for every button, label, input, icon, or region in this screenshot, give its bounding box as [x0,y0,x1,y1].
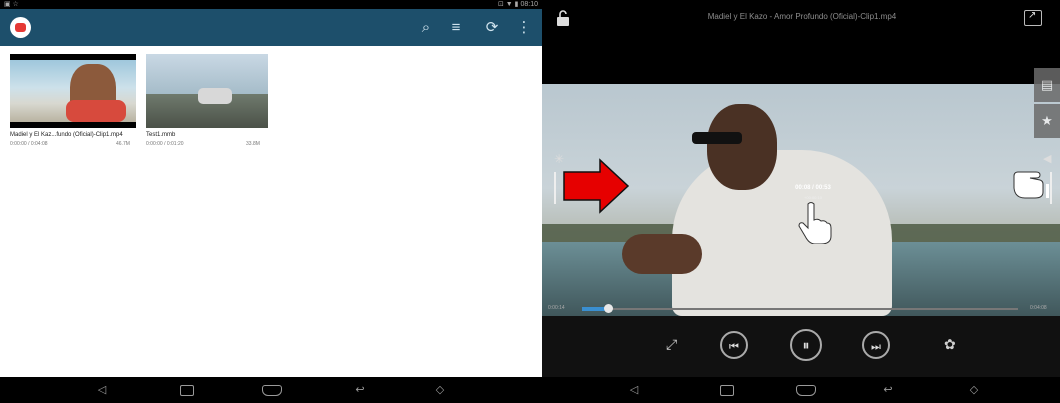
file-thumbnail[interactable] [10,54,136,128]
favorite-tab-icon[interactable]: ★ [1034,104,1060,138]
overflow-menu-icon[interactable]: ⋮ [514,18,534,38]
seek-overlay-time: 00:08 / 00:53 [795,185,831,191]
total-time: 0:04:08 [1030,305,1047,311]
player-controls: ⤢ ⏮ ⏸ ⏭ ✿ [542,316,1060,377]
file-time: 0:00:00 / 0:01:20 [146,141,184,147]
video-title: Madiel y El Kazo - Amor Profundo (Oficia… [707,12,897,21]
back-icon[interactable]: ↩ [878,382,898,398]
refresh-icon[interactable]: ⟳ [482,18,502,38]
file-time: 0:00:00 / 0:04:08 [10,141,48,147]
volume-down-icon[interactable]: ◁ [92,382,112,398]
seek-bar[interactable]: 0:00:14 0:04:08 [542,302,1060,316]
brightness-level-bar[interactable] [554,172,556,204]
file-thumbnail[interactable] [146,54,268,128]
current-time: 0:00:14 [548,305,565,311]
status-right: ⊡ ▼ ▮ 08:10 [498,1,538,8]
popout-icon[interactable] [1024,10,1042,26]
volume-up-icon[interactable]: ◇ [430,382,450,398]
recent-apps-icon[interactable] [180,385,194,396]
nav-bar: ◁ ↩ ◇ [0,377,542,403]
player-top-bar: Madiel y El Kazo - Amor Profundo (Oficia… [542,0,1060,38]
volume-down-icon[interactable]: ◁ [624,382,644,398]
action-bar: ⌕ ≡ ⟳ ⋮ [0,9,542,46]
swipe-hand-icon [1013,171,1049,199]
file-browser-panel: ▣ ☆ ⊡ ▼ ▮ 08:10 ⌕ ≡ ⟳ ⋮ Madiel y El Kaz.… [0,0,542,403]
back-icon[interactable]: ↩ [350,382,370,398]
file-size: 33.8M [246,141,260,147]
video-player-panel: Madiel y El Kazo - Amor Profundo (Oficia… [542,0,1060,403]
aspect-ratio-icon[interactable]: ⤢ [666,336,677,352]
volume-icon: ◀ [1043,153,1052,165]
file-size: 46.7M [116,141,130,147]
volume-up-icon[interactable]: ◇ [964,382,984,398]
app-logo-icon[interactable] [10,17,31,38]
search-icon[interactable]: ⌕ [416,18,436,38]
seek-thumb[interactable] [604,304,613,313]
settings-icon[interactable]: ✿ [944,336,956,352]
status-bar: ▣ ☆ ⊡ ▼ ▮ 08:10 [0,0,542,9]
next-button[interactable]: ⏭ [862,331,890,359]
file-name[interactable]: Madiel y El Kaz...fundo (Oficial)-Clip1.… [10,132,123,138]
nav-bar: ◁ ↩ ◇ [542,377,1060,403]
pause-button[interactable]: ⏸ [790,329,822,361]
file-name[interactable]: Test1.mmb [146,132,175,138]
status-left: ▣ ☆ [4,1,19,8]
previous-button[interactable]: ⏮ [720,331,748,359]
sort-icon[interactable]: ≡ [446,18,466,38]
swipe-hand-icon [798,202,832,244]
recent-apps-icon[interactable] [720,385,734,396]
playlist-tab-icon[interactable]: ▤ [1034,68,1060,102]
unlock-icon[interactable] [556,10,570,26]
red-arrow-icon [563,158,630,214]
file-grid: Madiel y El Kaz...fundo (Oficial)-Clip1.… [0,46,542,377]
home-icon[interactable] [262,385,282,396]
home-icon[interactable] [796,385,816,396]
